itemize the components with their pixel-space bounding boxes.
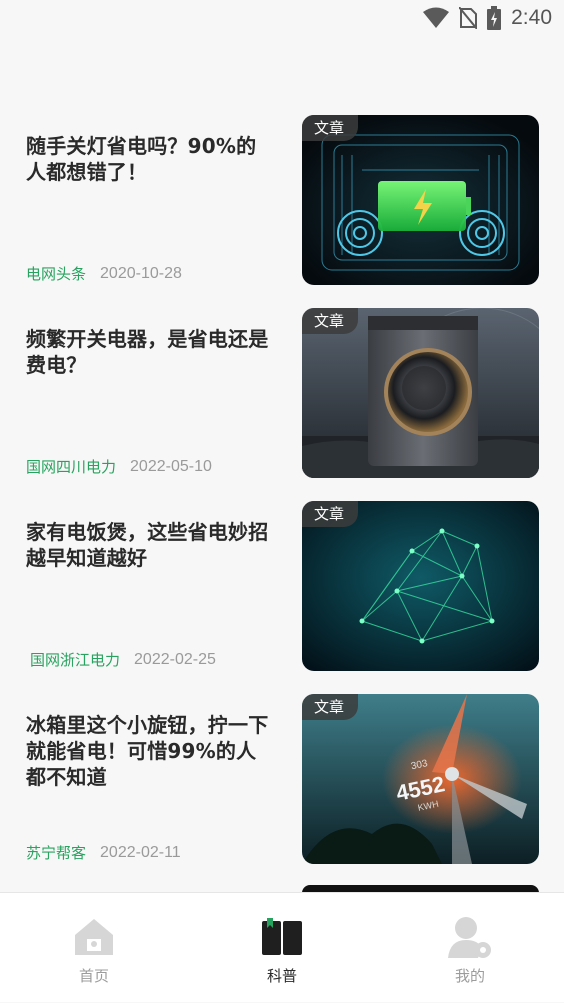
article-date: 2022-05-10: [130, 457, 212, 475]
status-time: 2:40: [511, 6, 552, 29]
home-icon: [72, 915, 116, 959]
article-card[interactable]: 家有电饭煲，这些省电妙招越早知道越好 国网浙江电力 2022-02-25 文章: [0, 501, 564, 671]
profile-icon: [448, 915, 492, 959]
article-title: 频繁开关电器，是省电还是费电？: [26, 327, 269, 377]
no-sim-icon: [459, 7, 478, 29]
article-type-tag: 文章: [302, 308, 359, 334]
article-card[interactable]: 冰箱里这个小旋钮，拧一下就能省电！可惜99%的人都不知道 苏宁帮客 2022-0…: [0, 694, 564, 864]
article-title: 随手关灯省电吗？90%的人都想错了！: [26, 134, 257, 184]
status-bar: 2:40: [0, 0, 564, 40]
bottom-tab-bar: 首页 科普 我的: [0, 892, 564, 1002]
article-type-tag: 文章: [302, 501, 359, 527]
article-date: 2022-02-11: [100, 843, 181, 861]
tab-label: 首页: [78, 967, 109, 985]
article-source: 国网浙江电力: [30, 651, 121, 669]
article-text: 随手关灯省电吗？90%的人都想错了！: [26, 133, 276, 185]
article-text: 频繁开关电器，是省电还是费电？: [26, 326, 276, 378]
article-type-tag: 文章: [302, 694, 359, 720]
article-source: 国网四川电力: [26, 458, 117, 476]
article-source: 苏宁帮客: [26, 844, 87, 862]
battery-charging-icon: [487, 6, 502, 30]
article-meta: 国网四川电力 2022-05-10: [26, 456, 212, 477]
article-meta: 国网浙江电力 2022-02-25: [30, 649, 216, 670]
article-meta: 电网头条 2020-10-28: [26, 263, 182, 284]
article-thumbnail[interactable]: 文章: [302, 501, 539, 671]
tab-home[interactable]: 首页: [0, 893, 188, 1003]
article-date: 2022-02-25: [134, 650, 216, 668]
book-icon: [260, 915, 304, 959]
article-source: 电网头条: [26, 265, 87, 283]
article-text: 家有电饭煲，这些省电妙招越早知道越好: [26, 519, 276, 571]
article-card[interactable]: 频繁开关电器，是省电还是费电？ 国网四川电力 2022-05-10 文章: [0, 308, 564, 478]
article-title: 冰箱里这个小旋钮，拧一下就能省电！可惜99%的人都不知道: [26, 713, 269, 789]
article-thumbnail[interactable]: 文章: [302, 115, 539, 285]
tab-label: 科普: [266, 967, 297, 985]
tab-label: 我的: [454, 967, 485, 985]
article-title: 家有电饭煲，这些省电妙招越早知道越好: [26, 520, 269, 570]
tab-profile[interactable]: 我的: [376, 893, 564, 1003]
wifi-icon: [423, 7, 450, 29]
article-card[interactable]: 随手关灯省电吗？90%的人都想错了！ 电网头条 2020-10-28 文章: [0, 115, 564, 285]
article-thumbnail[interactable]: 303 4552 KWH 文章: [302, 694, 539, 864]
tab-science[interactable]: 科普: [188, 893, 376, 1003]
article-meta: 苏宁帮客 2022-02-11: [26, 842, 181, 863]
article-type-tag: 文章: [302, 115, 359, 141]
article-thumbnail[interactable]: 文章: [302, 308, 539, 478]
article-date: 2020-10-28: [100, 264, 182, 282]
status-icons: 2:40: [423, 6, 552, 30]
article-text: 冰箱里这个小旋钮，拧一下就能省电！可惜99%的人都不知道: [26, 712, 276, 790]
